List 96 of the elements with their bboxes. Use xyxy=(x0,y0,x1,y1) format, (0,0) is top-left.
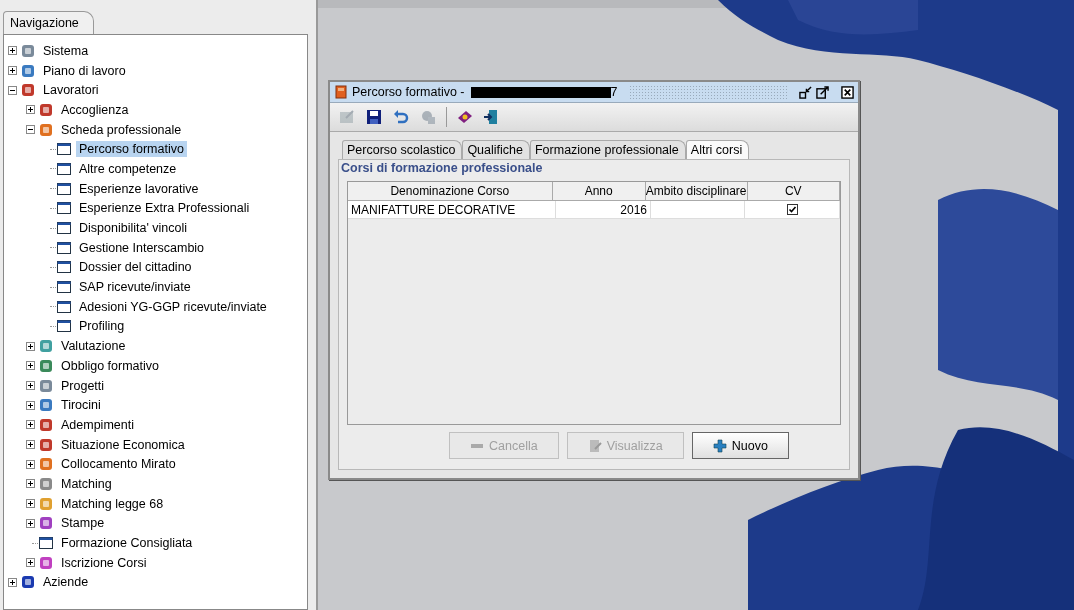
module-icon xyxy=(38,397,54,414)
tree-item[interactable]: Progetti xyxy=(58,377,108,394)
module-icon xyxy=(20,62,36,79)
new-button[interactable]: Nuovo xyxy=(691,432,789,459)
tree-item[interactable]: Piano di lavoro xyxy=(40,62,129,79)
expander-icon[interactable] xyxy=(26,400,35,410)
expander-icon[interactable] xyxy=(26,381,35,391)
expander-icon[interactable] xyxy=(26,558,35,568)
tree-item[interactable]: Accoglienza xyxy=(58,101,132,118)
expander-icon[interactable] xyxy=(26,459,35,469)
expander-icon[interactable] xyxy=(26,125,35,135)
tree-item[interactable]: Formazione Consigliata xyxy=(58,535,196,552)
module-icon xyxy=(38,338,54,355)
tree-item[interactable]: Esperienze lavorative xyxy=(76,180,202,197)
maximize-icon[interactable] xyxy=(816,85,829,99)
book-icon xyxy=(334,85,348,99)
save-icon[interactable] xyxy=(365,108,383,126)
module-icon xyxy=(20,82,36,99)
document-icon xyxy=(587,438,602,453)
tab[interactable]: Altri corsi xyxy=(685,140,750,159)
table-cell: 2016 xyxy=(555,201,652,219)
module-icon xyxy=(20,574,36,591)
tree-item[interactable]: Stampe xyxy=(58,515,108,532)
column-header[interactable]: Ambito disciplinare xyxy=(645,182,748,201)
expander-icon[interactable] xyxy=(8,46,17,56)
tree-item[interactable]: Obbligo formativo xyxy=(58,357,162,374)
tree-item[interactable]: Aziende xyxy=(40,574,92,591)
tree-item[interactable]: Sistema xyxy=(40,42,92,59)
module-icon xyxy=(38,416,54,433)
module-icon xyxy=(38,357,54,374)
expander-icon[interactable] xyxy=(26,105,35,115)
window-icon xyxy=(56,180,72,197)
module-icon xyxy=(20,42,36,59)
tree-item[interactable]: Iscrizione Corsi xyxy=(58,554,150,571)
window-icon xyxy=(56,259,72,276)
tree-item[interactable]: Esperienze Extra Professionali xyxy=(76,200,253,217)
tree-item[interactable]: Altre competenze xyxy=(76,160,180,177)
close-icon[interactable] xyxy=(841,85,854,99)
expander-icon[interactable] xyxy=(26,361,35,371)
title-suffix: 7 xyxy=(610,85,618,99)
module-icon xyxy=(38,475,54,492)
module-icon xyxy=(38,436,54,453)
expander-icon[interactable] xyxy=(8,66,17,76)
window-icon xyxy=(56,318,72,335)
tree-item[interactable]: Scheda professionale xyxy=(58,121,185,138)
tree-item[interactable]: Adempimenti xyxy=(58,416,137,433)
expander-icon[interactable] xyxy=(8,577,17,587)
restore-icon[interactable] xyxy=(799,85,812,99)
table-cell: MANIFATTURE DECORATIVE xyxy=(348,201,556,219)
column-header[interactable]: CV xyxy=(747,182,840,201)
expander-icon[interactable] xyxy=(26,440,35,450)
module-icon xyxy=(38,515,54,532)
checkbox[interactable] xyxy=(786,204,798,215)
window-icon xyxy=(56,298,72,315)
module-icon xyxy=(38,456,54,473)
module-icon xyxy=(38,101,54,118)
module-icon xyxy=(38,121,54,138)
expander-icon[interactable] xyxy=(26,341,35,351)
module-icon xyxy=(38,377,54,394)
column-header[interactable]: Anno xyxy=(552,182,646,201)
window-icon xyxy=(56,141,72,158)
window-icon xyxy=(56,279,72,296)
column-header[interactable]: Denominazione Corso xyxy=(348,182,553,201)
window-icon xyxy=(56,239,72,256)
tree-item[interactable]: Valutazione xyxy=(58,338,129,355)
tree-item[interactable]: Collocamento Mirato xyxy=(58,456,179,473)
window-title: Percorso formativo - xyxy=(352,85,465,99)
tree-item[interactable]: Profiling xyxy=(76,318,128,335)
window-icon xyxy=(56,220,72,237)
tree-item[interactable]: Matching legge 68 xyxy=(58,495,167,512)
expander-icon[interactable] xyxy=(8,85,17,95)
tab[interactable]: Formazione professionale xyxy=(529,140,686,159)
tree-item[interactable]: Disponibilita' vincoli xyxy=(76,220,190,237)
window-icon xyxy=(56,200,72,217)
expander-icon[interactable] xyxy=(26,479,35,489)
window-icon xyxy=(56,160,72,177)
undo-icon[interactable] xyxy=(392,108,410,126)
tree-item[interactable]: Adesioni YG-GGP ricevute/inviate xyxy=(76,298,270,315)
expander-icon[interactable] xyxy=(26,499,35,509)
tree-item[interactable]: Gestione Interscambio xyxy=(76,239,208,256)
tab[interactable]: Percorso scolastico xyxy=(342,140,463,159)
window-icon xyxy=(38,535,54,552)
module-icon xyxy=(38,554,54,571)
tree-item[interactable]: Lavoratori xyxy=(40,82,102,99)
plus-icon xyxy=(712,438,727,453)
tab[interactable]: Qualifiche xyxy=(462,140,530,159)
navigation-tab[interactable]: Navigazione xyxy=(3,11,94,34)
tree-item[interactable]: SAP ricevute/inviate xyxy=(76,279,194,296)
tree-item[interactable]: Situazione Economica xyxy=(58,436,188,453)
tree-item[interactable]: Percorso formativo xyxy=(76,141,187,158)
tree-item[interactable]: Matching xyxy=(58,475,115,492)
tree-item[interactable]: Dossier del cittadino xyxy=(76,259,195,276)
expander-icon[interactable] xyxy=(26,518,35,528)
expander-icon[interactable] xyxy=(26,420,35,430)
tree-item[interactable]: Tirocini xyxy=(58,397,104,414)
module-icon xyxy=(38,495,54,512)
